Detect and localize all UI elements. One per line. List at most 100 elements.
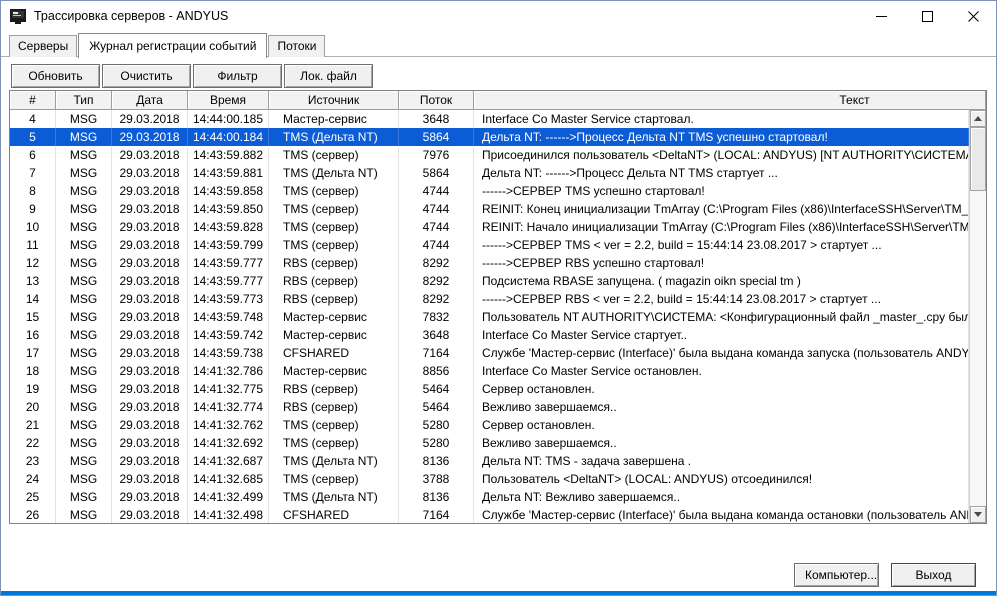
table-row[interactable]: 15MSG29.03.201814:43:59.748Мастер-сервис…	[10, 308, 969, 326]
table-row[interactable]: 16MSG29.03.201814:43:59.742Мастер-сервис…	[10, 326, 969, 344]
tab-event-log[interactable]: Журнал регистрации событий	[78, 33, 267, 58]
vertical-scrollbar[interactable]	[969, 110, 986, 523]
cell: MSG	[56, 290, 112, 308]
cell: 8292	[399, 272, 474, 290]
cell: MSG	[56, 110, 112, 128]
column-header-5[interactable]: Поток	[399, 91, 474, 110]
table-row[interactable]: 18MSG29.03.201814:41:32.786Мастер-сервис…	[10, 362, 969, 380]
cell: 14:41:32.499	[188, 488, 269, 506]
cell: MSG	[56, 362, 112, 380]
cell: MSG	[56, 506, 112, 523]
table-row[interactable]: 9MSG29.03.201814:43:59.850TMS (сервер)47…	[10, 200, 969, 218]
cell: Мастер-сервис	[269, 308, 399, 326]
cell: 29.03.2018	[112, 146, 188, 164]
table-row[interactable]: 22MSG29.03.201814:41:32.692TMS (сервер)5…	[10, 434, 969, 452]
cell: 5280	[399, 416, 474, 434]
cell: Сервер остановлен.	[474, 380, 969, 398]
title-bar[interactable]: Трассировка серверов - ANDYUS	[1, 1, 996, 31]
table-row[interactable]: 8MSG29.03.201814:43:59.858TMS (сервер)47…	[10, 182, 969, 200]
cell: 14:43:59.748	[188, 308, 269, 326]
cell: Вежливо завершаемся..	[474, 398, 969, 416]
scroll-down-button[interactable]	[970, 506, 986, 523]
table-row[interactable]: 23MSG29.03.201814:41:32.687TMS (Дельта N…	[10, 452, 969, 470]
cell: Подсистема RBASE запущена. ( magazin oik…	[474, 272, 969, 290]
column-header-1[interactable]: Тип	[56, 91, 112, 110]
table-row[interactable]: 17MSG29.03.201814:43:59.738CFSHARED7164С…	[10, 344, 969, 362]
cell: 3648	[399, 110, 474, 128]
table-row[interactable]: 24MSG29.03.201814:41:32.685TMS (сервер)3…	[10, 470, 969, 488]
column-header-2[interactable]: Дата	[112, 91, 188, 110]
local-file-button[interactable]: Лок. файл	[284, 64, 373, 88]
cell: 10	[10, 218, 56, 236]
cell: 14:43:59.881	[188, 164, 269, 182]
table-row[interactable]: 19MSG29.03.201814:41:32.775RBS (сервер)5…	[10, 380, 969, 398]
table-row[interactable]: 12MSG29.03.201814:43:59.777RBS (сервер)8…	[10, 254, 969, 272]
cell: 14:41:32.685	[188, 470, 269, 488]
close-icon	[968, 11, 979, 22]
table-row[interactable]: 5MSG29.03.201814:44:00.184TMS (Дельта NT…	[10, 128, 969, 146]
column-header-4[interactable]: Источник	[269, 91, 399, 110]
scroll-track[interactable]	[970, 127, 986, 506]
cell: MSG	[56, 398, 112, 416]
exit-button[interactable]: Выход	[891, 563, 976, 587]
cell: 29.03.2018	[112, 470, 188, 488]
column-header-0[interactable]: #	[10, 91, 56, 110]
clear-button[interactable]: Очистить	[102, 64, 191, 88]
cell: TMS (Дельта NT)	[269, 164, 399, 182]
cell: Пользователь <DeltaNT> (LOCAL: ANDYUS) о…	[474, 470, 969, 488]
table-row[interactable]: 10MSG29.03.201814:43:59.828TMS (сервер)4…	[10, 218, 969, 236]
cell: 29.03.2018	[112, 110, 188, 128]
column-header-6[interactable]: Текст	[474, 91, 986, 110]
cell: 5	[10, 128, 56, 146]
filter-button[interactable]: Фильтр	[193, 64, 282, 88]
cell: 14:43:59.742	[188, 326, 269, 344]
cell: 12	[10, 254, 56, 272]
close-button[interactable]	[950, 1, 996, 31]
cell: 11	[10, 236, 56, 254]
table-row[interactable]: 6MSG29.03.201814:43:59.882TMS (сервер)79…	[10, 146, 969, 164]
maximize-button[interactable]	[904, 1, 950, 31]
table-row[interactable]: 13MSG29.03.201814:43:59.777RBS (сервер)8…	[10, 272, 969, 290]
table-row[interactable]: 21MSG29.03.201814:41:32.762TMS (сервер)5…	[10, 416, 969, 434]
window-bottom-accent	[1, 591, 996, 595]
table-row[interactable]: 25MSG29.03.201814:41:32.499TMS (Дельта N…	[10, 488, 969, 506]
cell: 3648	[399, 326, 474, 344]
cell: 29.03.2018	[112, 200, 188, 218]
cell: Мастер-сервис	[269, 326, 399, 344]
cell: Interface Co Master Service стартует..	[474, 326, 969, 344]
footer-buttons: Компьютер... Выход	[794, 563, 976, 587]
cell: TMS (сервер)	[269, 434, 399, 452]
table-row[interactable]: 26MSG29.03.201814:41:32.498CFSHARED7164С…	[10, 506, 969, 523]
toolbar: ОбновитьОчиститьФильтрЛок. файл	[1, 57, 996, 94]
cell: 5864	[399, 164, 474, 182]
table-row[interactable]: 11MSG29.03.201814:43:59.799TMS (сервер)4…	[10, 236, 969, 254]
cell: 29.03.2018	[112, 308, 188, 326]
scroll-up-button[interactable]	[970, 110, 986, 127]
computer-button[interactable]: Компьютер...	[794, 563, 879, 587]
cell: 14:43:59.777	[188, 272, 269, 290]
cell: Мастер-сервис	[269, 110, 399, 128]
cell: 14:43:59.738	[188, 344, 269, 362]
scroll-thumb[interactable]	[970, 127, 986, 191]
table-row[interactable]: 4MSG29.03.201814:44:00.185Мастер-сервис3…	[10, 110, 969, 128]
cell: TMS (Дельта NT)	[269, 488, 399, 506]
tab-threads[interactable]: Потоки	[268, 35, 325, 57]
cell: ------>СЕРВЕР RBS успешно стартовал!	[474, 254, 969, 272]
tab-servers[interactable]: Серверы	[9, 35, 77, 57]
cell: Вежливо завершаемся..	[474, 434, 969, 452]
table-row[interactable]: 7MSG29.03.201814:43:59.881TMS (Дельта NT…	[10, 164, 969, 182]
cell: 29.03.2018	[112, 326, 188, 344]
cell: 15	[10, 308, 56, 326]
minimize-button[interactable]	[858, 1, 904, 31]
cell: 29.03.2018	[112, 488, 188, 506]
table-row[interactable]: 14MSG29.03.201814:43:59.773RBS (сервер)8…	[10, 290, 969, 308]
cell: Присоединился пользователь <DeltaNT> (LO…	[474, 146, 969, 164]
cell: 7164	[399, 506, 474, 523]
table-row[interactable]: 20MSG29.03.201814:41:32.774RBS (сервер)5…	[10, 398, 969, 416]
cell: 5464	[399, 380, 474, 398]
refresh-button[interactable]: Обновить	[11, 64, 100, 88]
cell: 14:41:32.687	[188, 452, 269, 470]
column-header-3[interactable]: Время	[188, 91, 269, 110]
cell: 20	[10, 398, 56, 416]
cell: MSG	[56, 434, 112, 452]
